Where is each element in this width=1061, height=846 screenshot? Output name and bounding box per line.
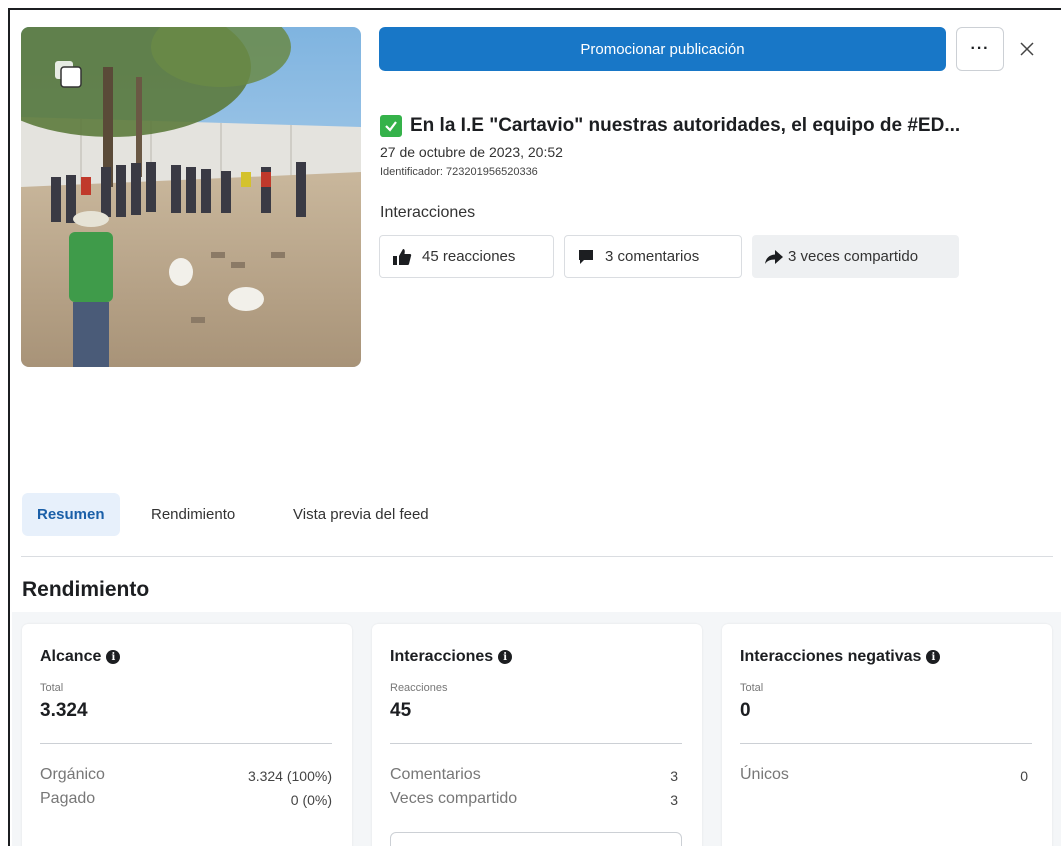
info-icon[interactable]: i: [926, 650, 941, 664]
negative-sub-label: Total: [740, 682, 764, 694]
reactions-label: 45 reacciones: [422, 248, 516, 265]
more-options-button[interactable]: ···: [956, 27, 1004, 71]
comment-icon: [579, 249, 593, 264]
interactions-label: Interacciones: [380, 204, 476, 221]
reach-title-text: Alcance: [40, 648, 102, 665]
check-mark-icon: [380, 115, 402, 137]
tab-rendimiento[interactable]: Rendimiento: [136, 493, 250, 536]
reach-sub-label: Total: [40, 682, 64, 694]
reach-card: Alcance i Total 3.324 Orgánico 3.324 (10…: [22, 624, 352, 846]
promote-post-button[interactable]: Promocionar publicación: [379, 27, 946, 71]
unique-label: Únicos: [740, 766, 789, 783]
post-thumbnail[interactable]: [21, 27, 361, 367]
info-icon[interactable]: i: [498, 650, 513, 664]
shares-label: Veces compartido: [390, 790, 518, 807]
shares-value: 3: [670, 792, 678, 808]
info-icon[interactable]: i: [106, 650, 121, 664]
interactions-card: Interacciones i Reacciones 45 Comentario…: [372, 624, 702, 846]
comments-label: Comentarios: [390, 766, 481, 783]
comments-pill[interactable]: 3 comentarios: [564, 235, 742, 278]
close-button[interactable]: [1014, 36, 1040, 62]
unique-value: 0: [1020, 768, 1028, 784]
card-divider: [40, 743, 332, 744]
negative-total-value: 0: [740, 700, 751, 721]
thumbs-up-icon: [393, 248, 412, 265]
negative-title-text: Interacciones negativas: [740, 648, 922, 665]
interactions-total-value: 45: [390, 700, 412, 721]
interactions-card-title: Interacciones i: [390, 648, 513, 666]
negative-interactions-card: Interacciones negativas i Total 0 Únicos…: [722, 624, 1052, 846]
tab-resumen[interactable]: Resumen: [22, 493, 120, 536]
shares-label: 3 veces compartido: [788, 248, 919, 265]
section-title: Rendimiento: [22, 578, 150, 601]
post-identifier: Identificador: 723201956520336: [380, 166, 538, 178]
paid-label: Pagado: [40, 790, 96, 807]
post-title-text: En la I.E "Cartavio" nuestras autoridade…: [410, 115, 961, 136]
post-date: 27 de octubre de 2023, 20:52: [380, 144, 563, 160]
interactions-title-text: Interacciones: [390, 648, 494, 665]
interactions-sub-label: Reacciones: [390, 682, 448, 694]
card-divider: [740, 743, 1032, 744]
tab-vista-previa[interactable]: Vista previa del feed: [278, 493, 444, 536]
reach-card-title: Alcance i: [40, 648, 121, 666]
reach-total-value: 3.324: [40, 700, 88, 721]
shares-pill[interactable]: 3 veces compartido: [752, 235, 959, 278]
comments-label: 3 comentarios: [605, 248, 700, 265]
reactions-pill[interactable]: 45 reacciones: [379, 235, 554, 278]
post-title: En la I.E "Cartavio" nuestras autoridade…: [380, 112, 1050, 140]
close-icon: [1020, 42, 1034, 56]
tabs-divider: [21, 556, 1053, 557]
share-icon: [765, 249, 783, 264]
negative-card-title: Interacciones negativas i: [740, 648, 941, 666]
organic-label: Orgánico: [40, 766, 105, 783]
paid-value: 0 (0%): [290, 792, 332, 808]
organic-value: 3.324 (100%): [247, 768, 332, 784]
card-divider: [390, 743, 682, 744]
view-details-button[interactable]: [390, 832, 682, 846]
multi-photo-icon: [55, 61, 82, 88]
more-icon: ···: [970, 40, 990, 57]
comments-value: 3: [670, 768, 678, 784]
